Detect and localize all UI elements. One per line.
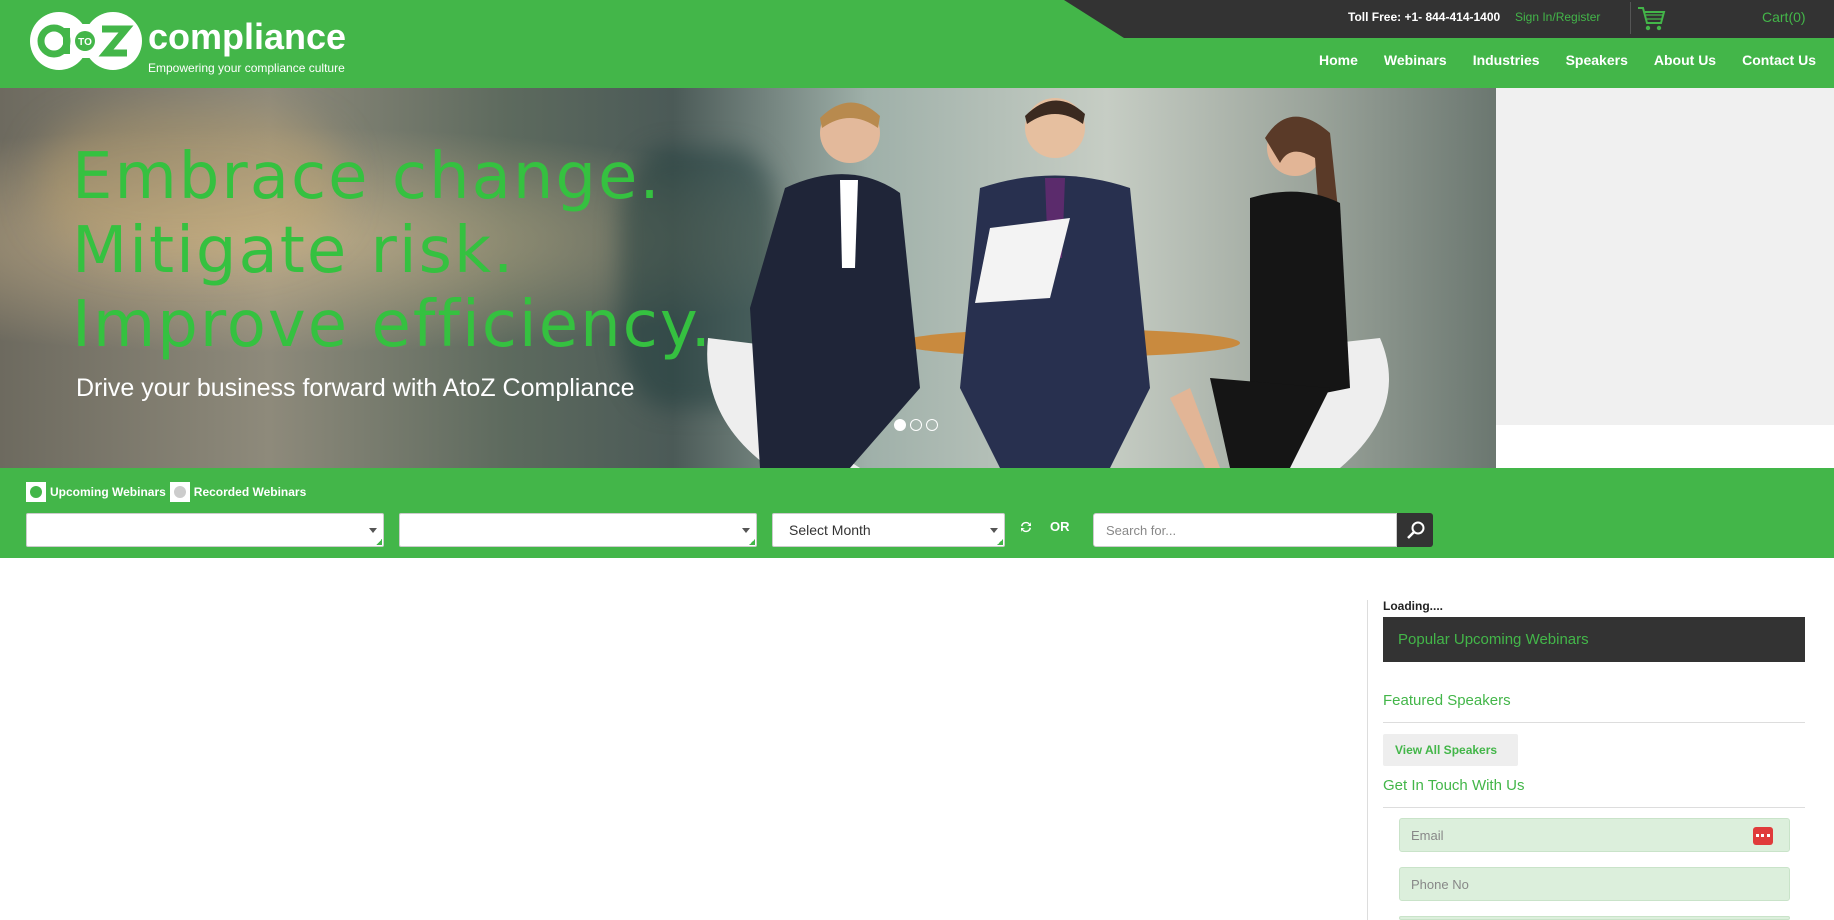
nav-about-us[interactable]: About Us: [1654, 52, 1716, 68]
nav-contact-us[interactable]: Contact Us: [1742, 52, 1816, 68]
search-icon: [1407, 521, 1425, 539]
category-select[interactable]: [399, 513, 757, 547]
popular-webinars-header: Popular Upcoming Webinars: [1383, 617, 1805, 662]
slider-dot[interactable]: [910, 419, 922, 431]
atoz-logo-icon: TO: [30, 12, 142, 70]
refresh-icon[interactable]: [1019, 520, 1033, 534]
hero-banner: Embrace change. Mitigate risk. Improve e…: [0, 88, 1496, 468]
site-header: TO compliance Empowering your compliance…: [0, 0, 1834, 88]
webinar-type-radios: Upcoming Webinars Recorded Webinars: [26, 482, 310, 502]
email-field[interactable]: Email: [1399, 818, 1790, 852]
webinar-filter-bar: Upcoming Webinars Recorded Webinars Sele…: [0, 468, 1834, 558]
phone-placeholder: Phone No: [1411, 877, 1469, 892]
radio-unselected-icon: [173, 486, 186, 498]
radio-upcoming-label: Upcoming Webinars: [50, 485, 166, 499]
search-button[interactable]: [1397, 513, 1433, 547]
chevron-down-icon: [369, 528, 377, 533]
chevron-down-icon: [990, 528, 998, 533]
month-select[interactable]: Select Month: [772, 513, 1005, 547]
hero-headline-1: Embrace change.: [72, 140, 662, 214]
section-divider: [1383, 807, 1805, 808]
or-separator: OR: [1050, 519, 1070, 534]
logo-tagline: Empowering your compliance culture: [148, 61, 345, 75]
signin-register-link[interactable]: Sign In/Register: [1515, 10, 1600, 24]
chevron-down-icon: [742, 528, 750, 533]
page: TO compliance Empowering your compliance…: [0, 0, 1834, 920]
nav-industries[interactable]: Industries: [1473, 52, 1540, 68]
nav-speakers[interactable]: Speakers: [1566, 52, 1628, 68]
radio-recorded[interactable]: [169, 482, 190, 502]
hero-side-panel: [1496, 88, 1834, 425]
resize-grip-icon: [997, 539, 1003, 545]
view-all-speakers-button[interactable]: View All Speakers: [1383, 734, 1518, 766]
hero-headline-3: Improve efficiency.: [72, 288, 713, 362]
business-meeting-photo: [707, 98, 1389, 468]
contact-title: Get In Touch With Us: [1383, 777, 1525, 794]
main-nav: Home Webinars Industries Speakers About …: [1293, 52, 1816, 68]
cart-icon[interactable]: [1636, 4, 1666, 32]
slider-dot[interactable]: [894, 419, 906, 431]
email-placeholder: Email: [1411, 828, 1444, 843]
cart-link[interactable]: Cart(0): [1762, 9, 1806, 25]
logo-mark-text: TO: [78, 37, 92, 48]
slider-dot[interactable]: [926, 419, 938, 431]
sidebar-divider: [1367, 600, 1368, 920]
featured-speakers-title: Featured Speakers: [1383, 692, 1511, 709]
logo-name: compliance: [148, 16, 347, 57]
hero-subtitle: Drive your business forward with AtoZ Co…: [76, 374, 635, 402]
slider-pagination: [894, 419, 938, 431]
site-logo[interactable]: TO compliance Empowering your compliance…: [28, 10, 358, 76]
month-select-value: Select Month: [789, 522, 871, 538]
toll-free-number: Toll Free: +1- 844-414-1400: [1348, 10, 1501, 24]
resize-grip-icon: [376, 539, 382, 545]
nav-webinars[interactable]: Webinars: [1384, 52, 1447, 68]
next-form-field[interactable]: [1399, 916, 1790, 920]
radio-upcoming[interactable]: [26, 482, 46, 502]
radio-recorded-label: Recorded Webinars: [193, 485, 307, 499]
loading-text: Loading....: [1383, 599, 1443, 613]
password-manager-icon[interactable]: [1753, 827, 1773, 845]
radio-selected-icon: [30, 486, 42, 498]
phone-field[interactable]: Phone No: [1399, 867, 1790, 901]
search-input[interactable]: Search for...: [1093, 513, 1397, 547]
hero-headline-2: Mitigate risk.: [72, 214, 516, 288]
resize-grip-icon: [749, 539, 755, 545]
industry-select[interactable]: [26, 513, 384, 547]
section-divider: [1383, 722, 1805, 723]
nav-home[interactable]: Home: [1319, 52, 1358, 68]
topbar-divider: [1630, 2, 1631, 34]
